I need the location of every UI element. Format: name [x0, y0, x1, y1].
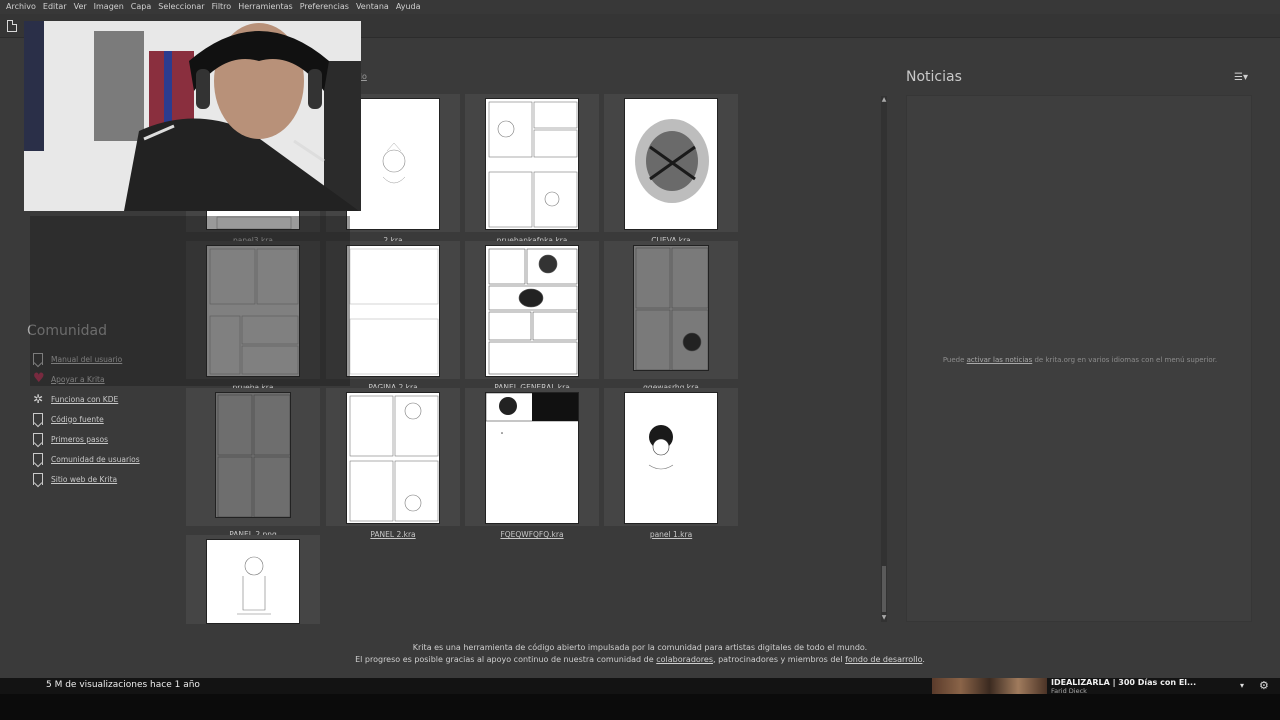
footer-text: El progreso es posible gracias al apoyo … — [355, 655, 657, 664]
thumbnail — [624, 392, 718, 524]
gear-icon[interactable]: ⚙ — [1259, 679, 1269, 692]
footer-line-2: El progreso es posible gracias al apoyo … — [0, 654, 1280, 666]
news-title: Noticias — [906, 69, 962, 85]
news-menu-icon[interactable]: ☰▾ — [1234, 72, 1248, 83]
krita-window: Archivo Editar Ver Imagen Capa Seleccion… — [0, 0, 1280, 720]
recent-doc-tile[interactable]: FQEQWFQFQ.kra — [465, 388, 599, 539]
new-document-icon[interactable] — [7, 20, 17, 32]
enable-news-link[interactable]: activar las noticias — [967, 356, 1033, 364]
bookmark-icon — [33, 453, 43, 465]
menu-filtro[interactable]: Filtro — [212, 0, 232, 14]
recommended-title[interactable]: IDEALIZARLA | 300 Días con El... — [1051, 678, 1196, 687]
menu-ver[interactable]: Ver — [74, 0, 87, 14]
chevron-down-icon[interactable]: ▾ — [1240, 681, 1244, 690]
menu-editar[interactable]: Editar — [43, 0, 67, 14]
recent-doc-tile[interactable]: qqewasrhg.kra — [604, 241, 738, 392]
thumbnail — [346, 392, 440, 524]
footer-line-1: Krita es una herramienta de código abier… — [412, 643, 868, 652]
menu-bar: Archivo Editar Ver Imagen Capa Seleccion… — [0, 0, 1280, 14]
recent-doc-tile[interactable] — [186, 535, 320, 624]
link-label[interactable]: Primeros pasos — [51, 435, 108, 444]
view-count: 5 M de visualizaciones hace 1 año — [46, 680, 200, 690]
scroll-thumb[interactable] — [882, 566, 886, 612]
menu-seleccionar[interactable]: Seleccionar — [158, 0, 204, 14]
footer-text: , patrocinadores y miembros del — [713, 655, 846, 664]
menu-imagen[interactable]: Imagen — [94, 0, 124, 14]
thumbnail — [215, 392, 291, 518]
menu-capa[interactable]: Capa — [131, 0, 151, 14]
link-label[interactable]: Sitio web de Krita — [51, 475, 117, 484]
news-message: Puede activar las noticias de krita.org … — [907, 356, 1253, 364]
bottom-black-bar — [0, 694, 1280, 720]
menu-herramientas[interactable]: Herramientas — [238, 0, 293, 14]
development-fund-link[interactable]: fondo de desarrollo — [845, 655, 922, 664]
thumbnail — [485, 245, 579, 377]
news-message-text: Puede — [942, 356, 967, 364]
menu-archivo[interactable]: Archivo — [6, 0, 36, 14]
link-label[interactable]: Funciona con KDE — [51, 395, 118, 404]
video-info-bar: 5 M de visualizaciones hace 1 año IDEALI… — [0, 678, 1280, 695]
community-link-website[interactable]: Sitio web de Krita — [33, 469, 140, 489]
recent-doc-tile[interactable]: PANEL 2.kra — [326, 388, 460, 539]
overlay-shade — [30, 216, 350, 386]
kde-gear-icon: ✲ — [33, 392, 44, 406]
file-name[interactable]: PANEL 2.kra — [326, 530, 460, 539]
community-link-user-community[interactable]: Comunidad de usuarios — [33, 449, 140, 469]
scroll-up-icon[interactable]: ▲ — [881, 96, 887, 104]
link-label[interactable]: Comunidad de usuarios — [51, 455, 140, 464]
menu-ayuda[interactable]: Ayuda — [396, 0, 421, 14]
bookmark-icon — [33, 413, 43, 425]
footer-text: . — [922, 655, 925, 664]
contributors-link[interactable]: colaboradores — [656, 655, 713, 664]
footer: Krita es una herramienta de código abier… — [0, 642, 1280, 666]
thumbnail — [485, 392, 579, 524]
recent-doc-tile[interactable]: panel 1.kra — [604, 388, 738, 539]
file-name[interactable]: FQEQWFQFQ.kra — [465, 530, 599, 539]
menu-preferencias[interactable]: Preferencias — [300, 0, 349, 14]
community-link-getting-started[interactable]: Primeros pasos — [33, 429, 140, 449]
recent-doc-tile[interactable]: pruebankafnka.kra — [465, 94, 599, 245]
recent-doc-tile[interactable]: PANEL GENERAL.kra — [465, 241, 599, 392]
thumbnail — [346, 245, 440, 377]
bookmark-icon — [33, 473, 43, 485]
thumbnail — [624, 98, 718, 230]
thumbnail — [633, 245, 709, 371]
webcam-overlay — [24, 21, 361, 211]
thumbnail — [485, 98, 579, 230]
bookmark-icon — [33, 433, 43, 445]
recent-doc-tile[interactable]: CUEVA.kra — [604, 94, 738, 245]
link-label[interactable]: Código fuente — [51, 415, 104, 424]
news-panel: Puede activar las noticias de krita.org … — [906, 95, 1252, 622]
recent-scrollbar[interactable]: ▲ ▼ — [881, 96, 887, 622]
community-link-source[interactable]: Código fuente — [33, 409, 140, 429]
news-message-text: de krita.org en varios idiomas con el me… — [1032, 356, 1218, 364]
menu-ventana[interactable]: Ventana — [356, 0, 389, 14]
community-link-kde[interactable]: ✲ Funciona con KDE — [33, 389, 140, 409]
scroll-down-icon[interactable]: ▼ — [881, 614, 887, 622]
recent-doc-tile[interactable]: PANEL 2.png — [186, 388, 320, 539]
recommended-thumbnail[interactable] — [932, 678, 1047, 694]
thumbnail — [206, 539, 300, 624]
file-name[interactable]: panel 1.kra — [604, 530, 738, 539]
